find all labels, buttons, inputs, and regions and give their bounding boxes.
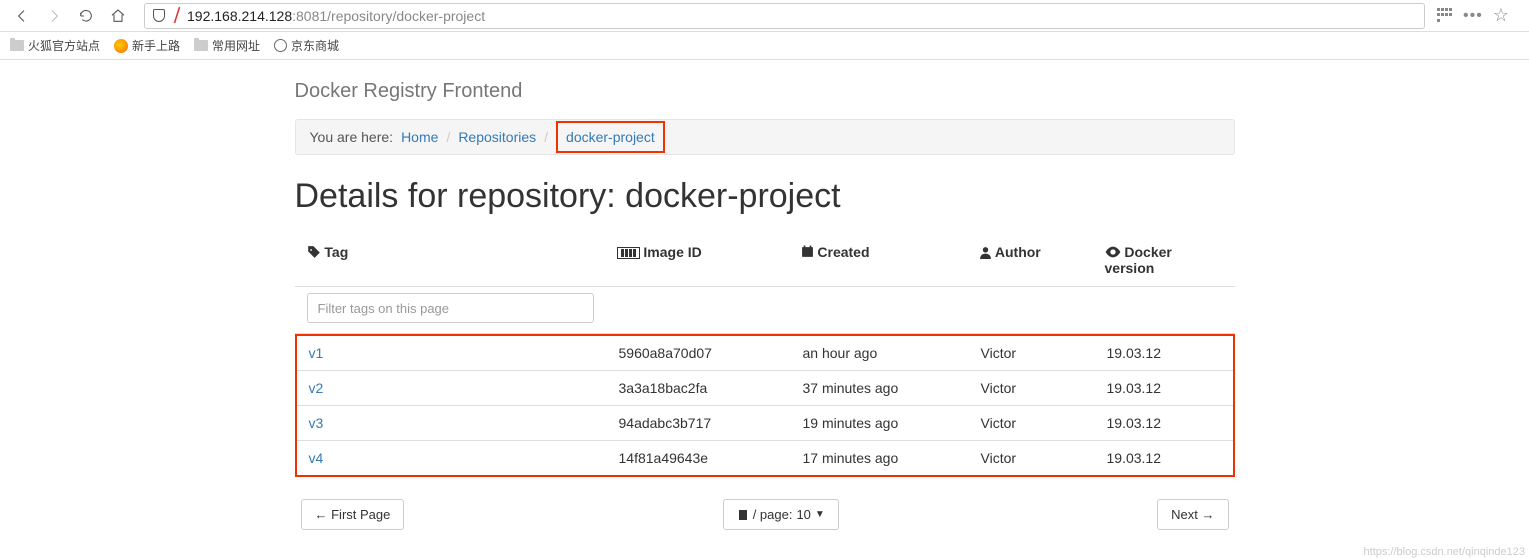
tag-link[interactable]: v4 — [309, 450, 324, 466]
th-author: Author — [979, 244, 1105, 276]
per-page-value: 10 — [796, 507, 810, 522]
qr-icon[interactable] — [1437, 8, 1453, 24]
tags-table: Tag Image ID Created Author Docker versi… — [295, 234, 1235, 477]
insecure-icon: ⧸ — [169, 8, 185, 24]
table-body-highlight: v1 5960a8a70d07 an hour ago Victor 19.03… — [295, 334, 1235, 477]
breadcrumb-repos-link[interactable]: Repositories — [458, 129, 536, 145]
info-icon — [151, 8, 167, 24]
first-page-button[interactable]: ← First Page — [301, 499, 405, 530]
pager: ← First Page / page: 10 ▼ Next → — [295, 499, 1235, 530]
watermark: https://blog.csdn.net/qinqinde123 — [1364, 546, 1525, 558]
forward-button[interactable] — [40, 3, 68, 29]
folder-icon — [10, 40, 24, 51]
cell-image-id: 14f81a49643e — [619, 450, 803, 466]
barcode-icon — [617, 247, 640, 259]
cell-image-id: 94adabc3b717 — [619, 415, 803, 431]
table-row: v3 94adabc3b717 19 minutes ago Victor 19… — [297, 406, 1233, 441]
bookmark-label: 常用网址 — [212, 37, 260, 54]
back-button[interactable] — [8, 3, 36, 29]
firefox-icon — [114, 39, 128, 53]
chevron-down-icon: ▼ — [815, 509, 825, 520]
cell-created: 37 minutes ago — [803, 380, 981, 396]
cell-created: an hour ago — [803, 345, 981, 361]
cell-version: 19.03.12 — [1107, 345, 1221, 361]
breadcrumb-separator: / — [544, 129, 548, 145]
cell-created: 17 minutes ago — [803, 450, 981, 466]
bookmark-star-icon[interactable]: ☆ — [1493, 5, 1509, 26]
bookmark-item[interactable]: 常用网址 — [194, 37, 260, 54]
bookmark-label: 新手上路 — [132, 37, 180, 54]
per-page-dropdown[interactable]: / page: 10 ▼ — [723, 499, 839, 530]
eye-icon — [1105, 246, 1121, 258]
tag-link[interactable]: v2 — [309, 380, 324, 396]
table-header-row: Tag Image ID Created Author Docker versi… — [295, 234, 1235, 287]
bookmark-item[interactable]: 火狐官方站点 — [10, 37, 100, 54]
cell-author: Victor — [981, 415, 1107, 431]
tag-link[interactable]: v1 — [309, 345, 324, 361]
calendar-icon — [801, 245, 814, 258]
breadcrumb-current-link[interactable]: docker-project — [566, 129, 655, 145]
toolbar-right: ••• ☆ — [1437, 5, 1521, 26]
th-tag: Tag — [307, 244, 617, 276]
breadcrumb-separator: / — [446, 129, 450, 145]
cell-version: 19.03.12 — [1107, 450, 1221, 466]
per-page-prefix: / page: — [753, 507, 793, 522]
breadcrumb-prefix: You are here: — [310, 129, 394, 145]
folder-icon — [194, 40, 208, 51]
cell-version: 19.03.12 — [1107, 380, 1221, 396]
bookmarks-bar: 火狐官方站点 新手上路 常用网址 京东商城 — [0, 32, 1529, 60]
bookmark-label: 火狐官方站点 — [28, 37, 100, 54]
filter-row — [295, 287, 1235, 334]
filter-input[interactable] — [307, 293, 594, 323]
cell-author: Victor — [981, 380, 1107, 396]
home-button[interactable] — [104, 3, 132, 29]
table-row: v4 14f81a49643e 17 minutes ago Victor 19… — [297, 441, 1233, 475]
cell-image-id: 5960a8a70d07 — [619, 345, 803, 361]
table-row: v1 5960a8a70d07 an hour ago Victor 19.03… — [297, 336, 1233, 371]
cell-version: 19.03.12 — [1107, 415, 1221, 431]
page-content: Docker Registry Frontend You are here: H… — [285, 60, 1245, 550]
tag-link[interactable]: v3 — [309, 415, 324, 431]
next-page-button[interactable]: Next → — [1157, 499, 1228, 530]
globe-icon — [274, 39, 287, 52]
page-title: Details for repository: docker-project — [295, 177, 1235, 216]
url-bar[interactable]: ⧸ 192.168.214.128:8081/repository/docker… — [144, 3, 1425, 29]
tag-icon — [307, 245, 321, 259]
reload-button[interactable] — [72, 3, 100, 29]
cell-author: Victor — [981, 345, 1107, 361]
bookmark-item[interactable]: 新手上路 — [114, 37, 180, 54]
menu-icon[interactable]: ••• — [1463, 7, 1483, 25]
brand-title: Docker Registry Frontend — [295, 80, 1235, 103]
page-icon — [737, 509, 749, 521]
browser-toolbar: ⧸ 192.168.214.128:8081/repository/docker… — [0, 0, 1529, 32]
th-created: Created — [801, 244, 979, 276]
cell-image-id: 3a3a18bac2fa — [619, 380, 803, 396]
cell-created: 19 minutes ago — [803, 415, 981, 431]
url-text: 192.168.214.128:8081/repository/docker-p… — [187, 8, 485, 24]
user-icon — [979, 246, 992, 259]
cell-author: Victor — [981, 450, 1107, 466]
bookmark-label: 京东商城 — [291, 37, 339, 54]
th-docker-version: Docker version — [1105, 244, 1223, 276]
breadcrumb-home-link[interactable]: Home — [401, 129, 438, 145]
table-row: v2 3a3a18bac2fa 37 minutes ago Victor 19… — [297, 371, 1233, 406]
bookmark-item[interactable]: 京东商城 — [274, 37, 339, 54]
breadcrumb: You are here: Home / Repositories / dock… — [295, 119, 1235, 155]
th-image-id: Image ID — [617, 244, 801, 276]
breadcrumb-current-highlight: docker-project — [556, 121, 665, 153]
